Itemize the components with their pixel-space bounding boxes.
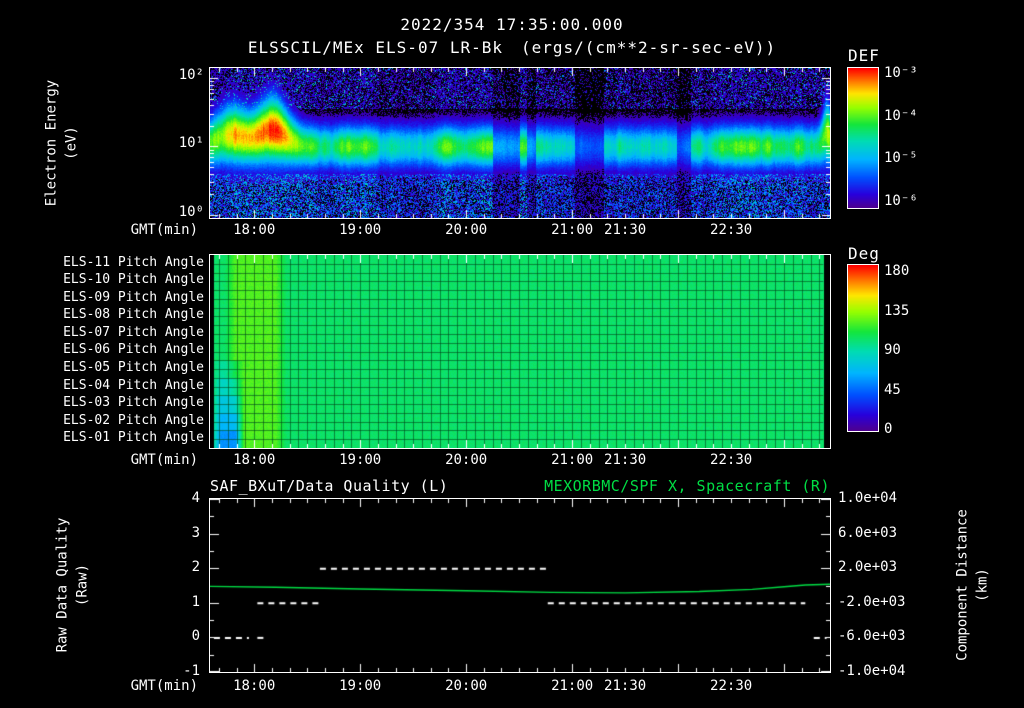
pitch-row-label: ELS-07 Pitch Angle [63,324,204,340]
quality-y-tick-label: 0 [191,628,200,645]
x-tick-label: 21:00 [551,222,594,238]
x-tick-label: 22:30 [710,678,753,694]
distance-y-tick-label: -2.0e+03 [838,593,906,610]
pitch-row-label: ELS-04 Pitch Angle [63,377,204,393]
gmt-axis-label-middle: GMT(min) [130,452,198,468]
x-tick-label: 18:00 [233,222,276,238]
distance-series-title: MEXORBMC/SPF X, Spacecraft (R) [544,477,830,495]
x-tick-label: 19:00 [339,222,382,238]
pitch-row-label: ELS-02 Pitch Angle [63,412,204,428]
quality-y-tick-label: 3 [191,524,200,541]
colorbar-tick-label: 180 [884,263,910,279]
distance-y-tick-label: 1.0e+04 [838,490,898,506]
x-tick-label: 21:30 [604,678,647,694]
x-tick-label: 22:30 [710,222,753,238]
colorbar-tick-label: 10⁻⁶ [884,193,918,209]
deg-colorbar-frame [847,264,879,432]
def-colorbar-canvas [848,68,878,208]
quality-distance-frame [209,498,831,673]
colorbar-tick-label: 10⁻⁴ [884,107,918,124]
energy-spectrogram-canvas [210,68,830,218]
gmt-axis-label-top: GMT(min) [130,222,198,238]
pitch-row-label: ELS-08 Pitch Angle [63,307,204,323]
distance-y-tick-label: 2.0e+03 [838,559,898,576]
distance-y-tick-label: -6.0e+03 [838,628,906,645]
pitch-row-label: ELS-09 Pitch Angle [63,289,204,305]
quality-y-tick-label: 1 [191,593,200,610]
instrument-title: ELSSCIL/MEx ELS-07 LR-Bk [247,38,503,57]
deg-colorbar-title: Deg [848,244,880,263]
colorbar-tick-label: 10⁻³ [884,65,918,81]
def-colorbar-frame [847,67,879,209]
x-tick-label: 20:00 [445,452,488,468]
distance-y-tick-label: -1.0e+04 [838,663,906,679]
x-tick-label: 18:00 [233,452,276,468]
timestamp-title: 2022/354 17:35:00.000 [400,15,624,34]
colorbar-tick-label: 45 [884,381,901,398]
quality-y-tick-label: 2 [191,559,200,576]
y-tick-label: 10² [178,67,204,84]
distance-y-tick-label: 6.0e+03 [838,524,898,541]
quality-y-tick-label: 4 [191,490,200,506]
x-tick-label: 21:30 [604,222,647,238]
y-tick-label: 10⁰ [178,203,204,220]
x-tick-label: 19:00 [339,678,382,694]
x-tick-label: 18:00 [233,678,276,694]
x-tick-label: 22:30 [710,452,753,468]
quality-y-tick-label: -1 [183,663,200,679]
quality-series-title: SAF_BXuT/Data Quality (L) [210,477,449,495]
energy-spectrogram-frame [209,67,831,219]
pitch-row-label: ELS-11 Pitch Angle [63,254,204,270]
pitch-row-label: ELS-03 Pitch Angle [63,395,204,411]
colorbar-tick-label: 10⁻⁵ [884,150,918,167]
gmt-axis-label-bottom: GMT(min) [130,678,198,694]
x-tick-label: 21:00 [551,452,594,468]
x-tick-label: 21:30 [604,452,647,468]
distance-y-axis-label: Component Distance (km) [954,509,991,661]
pitch-angle-canvas [210,255,830,448]
deg-colorbar-canvas [848,265,878,431]
pitch-row-label: ELS-06 Pitch Angle [63,342,204,358]
x-tick-label: 21:00 [551,678,594,694]
colorbar-tick-label: 135 [884,302,910,319]
x-tick-label: 20:00 [445,678,488,694]
def-colorbar-title: DEF [848,46,880,65]
colorbar-tick-label: 0 [884,421,893,437]
units-label: (ergs/(cm**2-sr-sec-eV)) [521,38,777,57]
y-tick-label: 10¹ [178,135,204,152]
quality-y-axis-label: Raw Data Quality (Raw) [54,517,91,653]
colorbar-tick-label: 90 [884,342,901,358]
pitch-angle-frame [209,254,831,449]
energy-y-axis-label: Electron Energy (eV) [43,79,80,207]
quality-distance-canvas [210,499,830,672]
pitch-row-label: ELS-01 Pitch Angle [63,430,204,446]
pitch-row-label: ELS-10 Pitch Angle [63,272,204,288]
pitch-row-label: ELS-05 Pitch Angle [63,360,204,376]
x-tick-label: 19:00 [339,452,382,468]
x-tick-label: 20:00 [445,222,488,238]
spectrogram-display-page: 2022/354 17:35:00.000 ELSSCIL/MEx ELS-07… [0,0,1024,708]
